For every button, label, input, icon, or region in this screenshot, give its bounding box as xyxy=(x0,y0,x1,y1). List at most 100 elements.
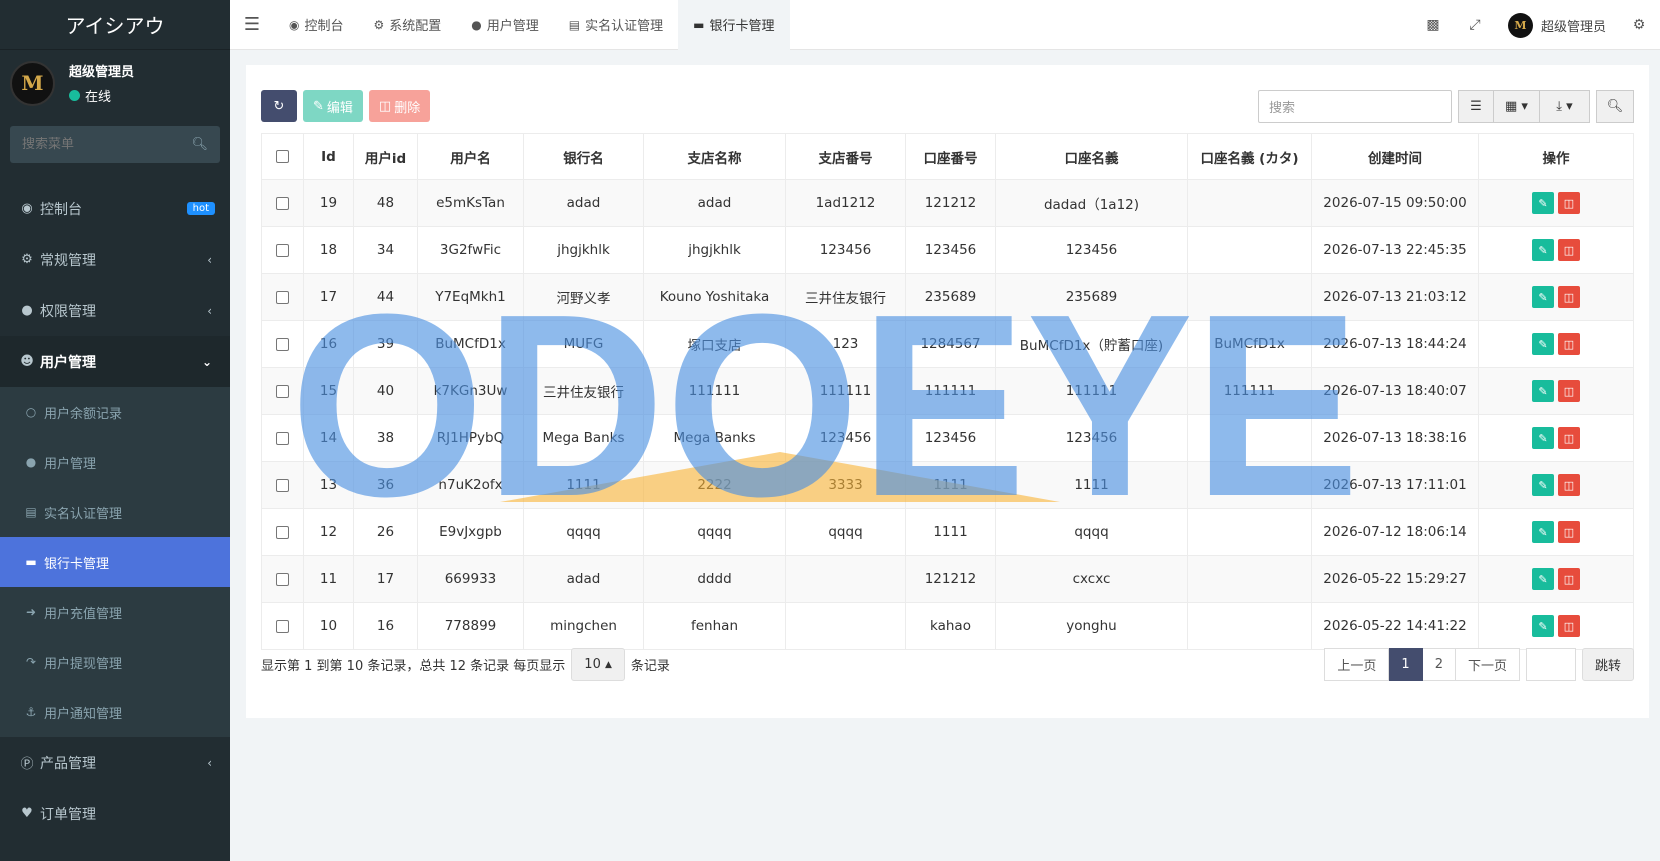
row-checkbox-cell[interactable] xyxy=(261,367,304,415)
col-account-name[interactable]: 口座名義 xyxy=(995,133,1188,180)
select-all-checkbox[interactable] xyxy=(276,150,289,163)
menu-search[interactable]: 🔍︎ xyxy=(10,126,220,163)
col-branch[interactable]: 支店名称 xyxy=(643,133,786,180)
row-checkbox-cell[interactable] xyxy=(261,414,304,462)
row-delete-button[interactable]: ◫ xyxy=(1558,239,1580,261)
sidebar-item-withdraw[interactable]: ↷ 用户提现管理 xyxy=(0,637,230,687)
row-edit-button[interactable]: ✎ xyxy=(1532,239,1554,261)
jump-button[interactable]: 跳转 xyxy=(1581,648,1634,681)
sidebar-item-recharge[interactable]: ➜ 用户充值管理 xyxy=(0,587,230,637)
table-row[interactable]: 11 17 669933 adad dddd 121212 cxcxc 2026-05-22 … xyxy=(261,555,1634,603)
columns-button[interactable]: ▦ ▾ xyxy=(1494,90,1540,123)
row-edit-button[interactable]: ✎ xyxy=(1532,192,1554,214)
row-checkbox-cell[interactable] xyxy=(261,508,304,556)
language-icon[interactable]: ▩ xyxy=(1412,17,1454,33)
row-delete-button[interactable]: ◫ xyxy=(1558,521,1580,543)
page-2-button[interactable]: 2 xyxy=(1422,648,1456,681)
row-delete-button[interactable]: ◫ xyxy=(1558,615,1580,637)
row-checkbox[interactable] xyxy=(276,384,289,398)
row-delete-button[interactable]: ◫ xyxy=(1558,427,1580,449)
prev-page-button[interactable]: 上一页 xyxy=(1324,648,1390,681)
table-row[interactable]: 15 40 k7KGn3Uw 三井住友银行 111111 111111 111111 1111… xyxy=(261,367,1634,415)
sidebar-item-notice[interactable]: ⚓ 用户通知管理 xyxy=(0,687,230,737)
row-edit-button[interactable]: ✎ xyxy=(1532,474,1554,496)
export-button[interactable]: ⤓ ▾ xyxy=(1540,90,1590,123)
table-search-input[interactable]: 搜索 xyxy=(1258,90,1452,123)
advanced-search-button[interactable]: 🔍︎ xyxy=(1596,90,1634,123)
row-checkbox[interactable] xyxy=(276,572,289,586)
tab-realname[interactable]: ▤ 实名认证管理 xyxy=(554,0,678,50)
col-account-kana[interactable]: 口座名義 (カタ) xyxy=(1187,133,1312,180)
row-checkbox-cell[interactable] xyxy=(261,461,304,509)
search-icon[interactable]: 🔍︎ xyxy=(191,137,208,152)
col-branch-no[interactable]: 支店番号 xyxy=(785,133,906,180)
table-row[interactable]: 12 26 E9vJxgpb qqqq qqqq qqqq 1111 qqqq 2026-07-… xyxy=(261,508,1634,556)
page-size-select[interactable]: 10 ▲ xyxy=(571,648,625,681)
sidebar-item-dashboard[interactable]: ◉ 控制台 hot xyxy=(0,183,230,234)
table-row[interactable]: 18 34 3G2fwFic jhgjkhlk jhgjkhlk 123456 123456… xyxy=(261,226,1634,274)
row-delete-button[interactable]: ◫ xyxy=(1558,286,1580,308)
sidebar-item-orders[interactable]: ♥ 订单管理 xyxy=(0,788,230,839)
col-username[interactable]: 用户名 xyxy=(417,133,524,180)
row-edit-button[interactable]: ✎ xyxy=(1532,286,1554,308)
row-edit-button[interactable]: ✎ xyxy=(1532,333,1554,355)
menu-search-input[interactable] xyxy=(22,137,182,152)
refresh-button[interactable]: ↻ xyxy=(261,90,297,122)
next-page-button[interactable]: 下一页 xyxy=(1455,648,1520,681)
tab-system-config[interactable]: ⚙ 系统配置 xyxy=(359,0,457,50)
row-delete-button[interactable]: ◫ xyxy=(1558,192,1580,214)
col-created[interactable]: 创建时间 xyxy=(1311,133,1479,180)
row-checkbox[interactable] xyxy=(276,243,289,257)
row-checkbox-cell[interactable] xyxy=(261,273,304,321)
menu-toggle-icon[interactable]: ☰ xyxy=(230,14,274,35)
col-bank[interactable]: 银行名 xyxy=(523,133,644,180)
table-row[interactable]: 17 44 Y7EqMkh1 河野义孝 Kouno Yoshitaka 三井住友银行 235… xyxy=(261,273,1634,321)
sidebar-item-users[interactable]: ● 用户管理 xyxy=(0,437,230,487)
row-checkbox-cell[interactable] xyxy=(261,179,304,227)
row-edit-button[interactable]: ✎ xyxy=(1532,380,1554,402)
tab-bankcards[interactable]: ▬ 银行卡管理 xyxy=(678,0,790,50)
header-user-menu[interactable]: M 超级管理员 xyxy=(1496,12,1618,38)
row-edit-button[interactable]: ✎ xyxy=(1532,615,1554,637)
app-logo[interactable]: アイシアウ xyxy=(0,0,230,50)
cogs-icon[interactable]: ⚙ xyxy=(1618,17,1660,33)
row-delete-button[interactable]: ◫ xyxy=(1558,568,1580,590)
sidebar-item-realname[interactable]: ▤ 实名认证管理 xyxy=(0,487,230,537)
row-checkbox[interactable] xyxy=(276,619,289,633)
sidebar-item-products[interactable]: Ⓟ 产品管理 ‹ xyxy=(0,737,230,788)
row-checkbox[interactable] xyxy=(276,290,289,304)
row-checkbox-cell[interactable] xyxy=(261,602,304,650)
table-row[interactable]: 16 39 BuMCfD1x MUFG 塚口支店 123 1284567 BuMCfD1x（貯… xyxy=(261,320,1634,368)
row-delete-button[interactable]: ◫ xyxy=(1558,474,1580,496)
col-id[interactable]: Id xyxy=(303,133,354,180)
table-row[interactable]: 13 36 n7uK2ofx 1111 2222 3333 1111 1111 2026-07-… xyxy=(261,461,1634,509)
fullscreen-icon[interactable]: ⤢ xyxy=(1454,17,1496,33)
row-checkbox[interactable] xyxy=(276,478,289,492)
col-user-id[interactable]: 用户id xyxy=(353,133,418,180)
row-edit-button[interactable]: ✎ xyxy=(1532,521,1554,543)
toggle-view-button[interactable]: ☰ xyxy=(1458,90,1494,123)
row-edit-button[interactable]: ✎ xyxy=(1532,427,1554,449)
row-checkbox-cell[interactable] xyxy=(261,320,304,368)
sidebar-item-balance-log[interactable]: ○ 用户余额记录 xyxy=(0,387,230,437)
row-checkbox[interactable] xyxy=(276,196,289,210)
row-checkbox[interactable] xyxy=(276,525,289,539)
col-account-no[interactable]: 口座番号 xyxy=(905,133,996,180)
sidebar-item-general[interactable]: ⚙ 常规管理 ‹ xyxy=(0,234,230,285)
table-row[interactable]: 19 48 e5mKsTan adad adad 1ad1212 121212 dadad（1… xyxy=(261,179,1634,227)
row-delete-button[interactable]: ◫ xyxy=(1558,380,1580,402)
row-checkbox[interactable] xyxy=(276,337,289,351)
table-row[interactable]: 14 38 RJ1HPybQ Mega Banks Mega Banks 123456 12… xyxy=(261,414,1634,462)
sidebar-item-user-management[interactable]: ☻ 用户管理 ⌄ xyxy=(0,336,230,387)
select-all-cell[interactable] xyxy=(261,133,304,180)
tab-dashboard[interactable]: ◉ 控制台 xyxy=(274,0,359,50)
sidebar-item-bankcards[interactable]: ▬ 银行卡管理 xyxy=(0,537,230,587)
delete-button[interactable]: ◫ 删除 xyxy=(368,90,431,122)
row-delete-button[interactable]: ◫ xyxy=(1558,333,1580,355)
row-checkbox-cell[interactable] xyxy=(261,555,304,603)
row-checkbox-cell[interactable] xyxy=(261,226,304,274)
table-row[interactable]: 10 16 778899 mingchen fenhan kahao yonghu 2026-… xyxy=(261,602,1634,650)
row-checkbox[interactable] xyxy=(276,431,289,445)
jump-page-input[interactable] xyxy=(1525,648,1576,681)
sidebar-item-auth[interactable]: ● 权限管理 ‹ xyxy=(0,285,230,336)
